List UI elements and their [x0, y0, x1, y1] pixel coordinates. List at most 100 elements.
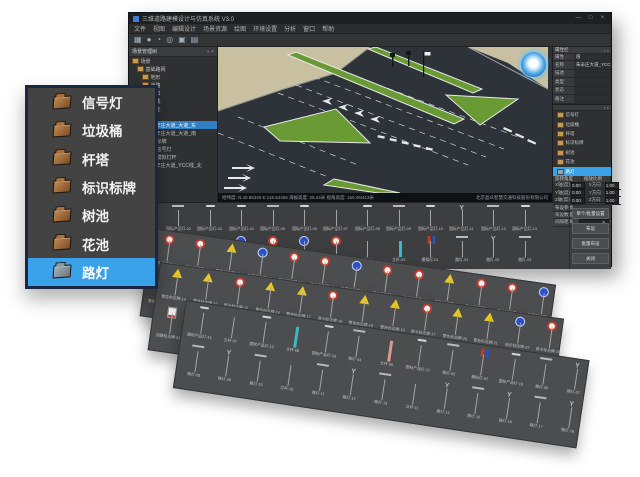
- property-row[interactable]: 类型: [553, 78, 611, 87]
- asset-label: 路灯-10: [249, 381, 263, 388]
- asset-type-item[interactable]: 垃圾桶: [553, 120, 611, 129]
- callout-category-item[interactable]: 路灯: [28, 258, 155, 286]
- sphere-view-icon[interactable]: ●: [147, 34, 152, 46]
- asset-thumbnail[interactable]: 国标产品灯-04: [226, 205, 258, 236]
- asset-glyph: [226, 276, 252, 306]
- property-row[interactable]: 状态: [553, 87, 611, 96]
- property-row[interactable]: 备注: [553, 95, 611, 104]
- asset-type-item[interactable]: 花池: [553, 157, 611, 166]
- rotation-value[interactable]: 0.00: [571, 182, 585, 189]
- menu-item[interactable]: 窗口: [303, 24, 315, 33]
- asset-glyph: [506, 315, 532, 345]
- asset-type-item[interactable]: 树池: [553, 148, 611, 157]
- asset-thumbnail[interactable]: 国标产品灯-06: [289, 205, 321, 236]
- close-button[interactable]: ×: [598, 13, 607, 24]
- asset-thumbnail[interactable]: 国标产品灯-07: [320, 205, 352, 236]
- property-row[interactable]: 名称 朱辛庄大道_YCC线_北: [553, 61, 611, 70]
- asset-thumbnail[interactable]: 路灯-03: [509, 236, 541, 267]
- asset-glyph: [343, 259, 369, 289]
- tree-item[interactable]: 场景: [129, 57, 217, 65]
- title-bar[interactable]: 三维道路建模设计与仿真系统 V3.0 — □ ×: [129, 13, 611, 24]
- tree-node-icon: [132, 58, 139, 64]
- asset-type-item[interactable]: 杆塔: [553, 129, 611, 138]
- minimize-button[interactable]: —: [574, 13, 583, 24]
- property-value[interactable]: [574, 70, 611, 78]
- menu-item[interactable]: 视图: [153, 24, 165, 33]
- callout-category-item[interactable]: 树池: [28, 201, 155, 229]
- menu-item[interactable]: 帮助: [322, 24, 334, 33]
- orbit-icon[interactable]: ◔: [156, 34, 161, 46]
- property-value[interactable]: [574, 87, 611, 95]
- property-value[interactable]: [574, 78, 611, 86]
- asset-glyph: [451, 236, 473, 257]
- asset-type-label: 路灯: [566, 169, 575, 175]
- compass-navigation-ball[interactable]: [520, 51, 547, 78]
- asset-thumbnail[interactable]: 路灯-07: [556, 360, 593, 403]
- property-row[interactable]: 描述: [553, 70, 611, 79]
- folder-icon: [52, 265, 71, 279]
- asset-label: 国标产品灯-09: [386, 226, 411, 231]
- asset-label: 路灯-11: [312, 390, 326, 397]
- asset-thumbnail[interactable]: 路灯-02: [478, 236, 510, 267]
- window-content: 场景管理树 ▪ × 场景: [129, 47, 611, 202]
- pin-icon[interactable]: ▪: [207, 49, 209, 55]
- asset-thumbnail[interactable]: 国标产品灯-10: [415, 205, 447, 236]
- maximize-button[interactable]: □: [586, 13, 595, 24]
- zoom-icon[interactable]: ◎: [166, 34, 173, 46]
- asset-type-item[interactable]: 信号灯: [553, 111, 611, 120]
- callout-category-item[interactable]: 花池: [28, 229, 155, 257]
- asset-thumbnail[interactable]: 国标产品灯-08: [352, 205, 384, 236]
- asset-glyph: [246, 353, 272, 383]
- tree-item[interactable]: 地形: [129, 73, 217, 81]
- asset-thumbnail[interactable]: 模拟灯-01: [415, 236, 447, 267]
- asset-thumbnail[interactable]: 国标产品灯-09: [383, 205, 415, 236]
- col-key: 属性: [553, 54, 574, 60]
- scale-value[interactable]: 1.00: [605, 189, 619, 196]
- asset-thumbnail[interactable]: 路灯-18: [551, 399, 588, 442]
- panel-icon[interactable]: ▣: [178, 34, 186, 46]
- asset-thumbnail[interactable]: 国标产品灯-03: [194, 205, 226, 236]
- tree-item[interactable]: 基础路网: [129, 65, 217, 73]
- asset-thumbnail[interactable]: 国标产品灯-13: [509, 205, 541, 236]
- tree-item-label: 信号灯: [157, 146, 172, 153]
- asset-label: 路灯-15: [467, 413, 481, 420]
- status-coordinates: 经纬度: N:40.95345 E:116.54456 海拔高度: 25.34米…: [222, 195, 374, 201]
- menu-item[interactable]: 文件: [134, 24, 146, 33]
- strip-button[interactable]: 批量布设: [572, 238, 609, 249]
- menu-item[interactable]: 分析: [284, 24, 296, 33]
- asset-type-item[interactable]: 路灯: [553, 167, 611, 176]
- asset-glyph: [374, 264, 400, 294]
- menu-item[interactable]: 环境设置: [253, 24, 277, 33]
- scale-rows: X方向 1.00 Y方向 1.00 Z方向 1.00: [587, 182, 621, 205]
- callout-category-item[interactable]: 杆塔: [28, 145, 155, 173]
- callout-category-item[interactable]: 垃圾桶: [28, 116, 155, 144]
- strip-button[interactable]: 单个/批量设置: [572, 208, 609, 219]
- asset-thumbnail[interactable]: 国标产品灯-11: [446, 205, 478, 236]
- asset-thumbnail[interactable]: 路灯-01: [446, 236, 478, 267]
- thumb-row-lamps: 国标产品灯-01 国标产品灯-02 国标产品灯-03: [131, 205, 569, 236]
- menu-item[interactable]: 绘图: [234, 24, 246, 33]
- properties-column-header: 属性 值: [553, 54, 611, 61]
- menu-item[interactable]: 编辑设计: [172, 24, 196, 33]
- asset-type-item[interactable]: 标识标牌: [553, 139, 611, 148]
- scale-value[interactable]: 1.00: [605, 182, 619, 189]
- transform-grid: X轴(度) 0.00 Y轴(度) 0.00 Z轴(度) 0.00: [553, 182, 611, 205]
- rotation-value[interactable]: 0.00: [571, 189, 585, 196]
- asset-label: 路灯-04: [348, 356, 362, 363]
- asset-glyph: [319, 289, 345, 319]
- select-grid-icon[interactable]: ▦: [134, 34, 142, 46]
- callout-category-item[interactable]: 信号灯: [28, 88, 155, 116]
- callout-category-item[interactable]: 标识标牌: [28, 173, 155, 201]
- asset-thumbnail[interactable]: 国标产品灯-12: [478, 205, 510, 236]
- asset-thumbnail[interactable]: 国标产品灯-05: [257, 205, 289, 236]
- viewport-3d[interactable]: 经纬度: N:40.95345 E:116.54456 海拔高度: 25.34米…: [218, 47, 552, 202]
- property-value[interactable]: 朱辛庄大道_YCC线_北: [574, 61, 611, 69]
- strip-button[interactable]: 布设: [572, 223, 609, 234]
- layers-icon[interactable]: ▤: [191, 34, 199, 46]
- strip-button[interactable]: 关闭: [572, 253, 609, 264]
- asset-glyph: [257, 280, 283, 310]
- property-value[interactable]: [574, 95, 611, 103]
- menu-item[interactable]: 场景资源: [203, 24, 227, 33]
- close-panel-icon[interactable]: ×: [211, 49, 214, 55]
- asset-label: 路灯-06: [535, 384, 549, 391]
